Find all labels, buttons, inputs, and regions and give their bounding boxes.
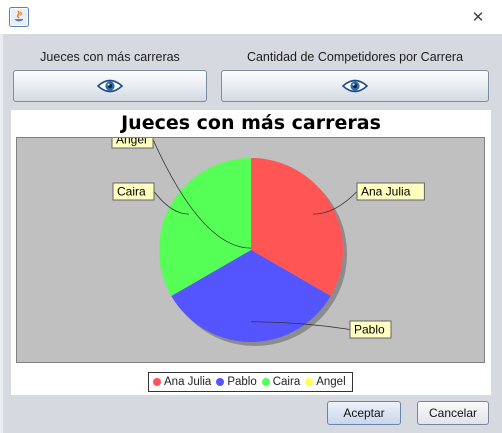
legend-swatch xyxy=(261,378,270,386)
eye-icon xyxy=(97,79,123,93)
pie-chart: Ana Julia Pablo Caira Angel xyxy=(111,130,425,346)
legend-item-angel: Angel xyxy=(305,376,346,388)
legend-swatch xyxy=(153,378,161,386)
competitors-label: Cantidad de Competidores por Carrera xyxy=(246,50,464,64)
chart-legend: Ana Julia Pablo Caira Angel xyxy=(148,372,353,392)
legend-item-ana-julia: Ana Julia xyxy=(153,376,211,388)
slice-label-ana-julia: Ana Julia xyxy=(361,185,411,199)
view-competitors-chart-button[interactable] xyxy=(221,70,489,102)
legend-item-caira: Caira xyxy=(261,376,301,388)
window-left-edge xyxy=(0,34,3,433)
legend-label: Caira xyxy=(272,376,301,388)
dialog-window: ✕ Jueces con más carreras Cantidad de Co… xyxy=(0,0,502,433)
accept-button[interactable]: Aceptar xyxy=(327,401,401,425)
slice-label-pablo: Pablo xyxy=(354,323,385,337)
legend-label: Ana Julia xyxy=(164,376,212,388)
legend-label: Angel xyxy=(316,376,346,388)
eye-icon xyxy=(342,79,368,93)
close-icon: ✕ xyxy=(471,9,485,26)
legend-item-pablo: Pablo xyxy=(216,376,257,388)
slice-label-caira: Caira xyxy=(117,185,146,199)
close-button[interactable]: ✕ xyxy=(466,7,490,27)
view-judges-chart-button[interactable] xyxy=(13,70,207,102)
legend-swatch xyxy=(216,378,225,386)
legend-swatch xyxy=(305,378,314,386)
plot-area: Ana Julia Pablo Caira Angel xyxy=(16,130,485,363)
chart-panel: Jueces con más carreras Ana Julia Pablo Ca… xyxy=(11,110,491,395)
title-bar: ✕ xyxy=(0,0,502,34)
chart-title: Jueces con más carreras xyxy=(121,112,381,134)
judges-label: Jueces con más carreras xyxy=(40,50,180,64)
cancel-button[interactable]: Cancelar xyxy=(417,401,489,425)
legend-label: Pablo xyxy=(227,376,257,388)
slice-label-angel: Angel xyxy=(116,138,147,147)
java-app-icon xyxy=(9,7,29,27)
